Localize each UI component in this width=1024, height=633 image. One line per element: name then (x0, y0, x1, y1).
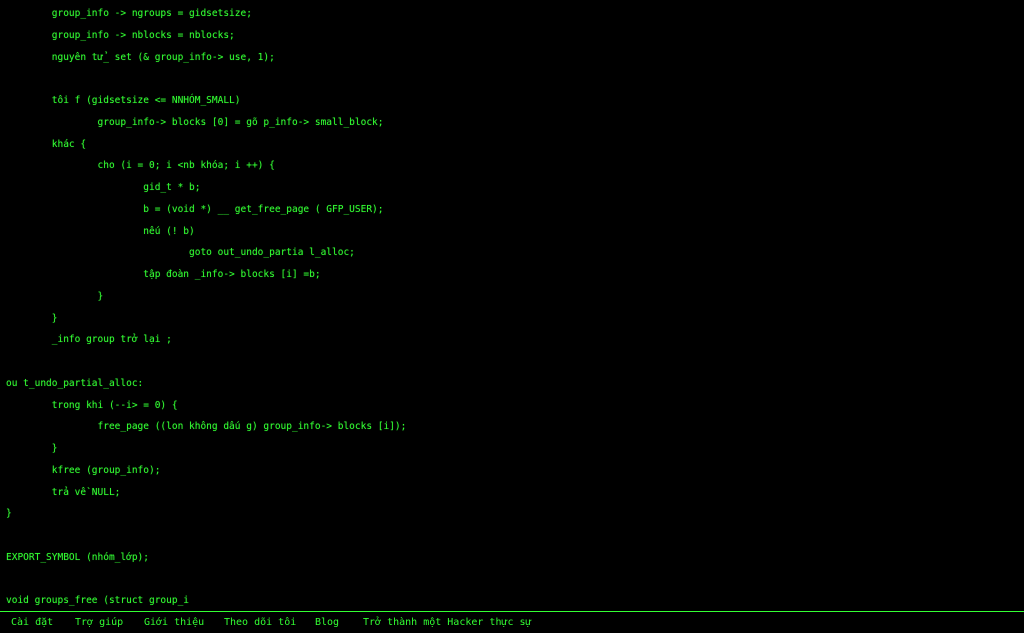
code-line-15: } (6, 313, 58, 324)
code-line-11: nếu (! b) (6, 226, 195, 237)
menu-item-settings[interactable]: Cài đặt (11, 612, 53, 633)
bottom-menu-bar: Cài đặt Trợ giúp Giới thiệu Theo dõi tôi… (0, 612, 1024, 633)
code-line-22: kfree (group_info); (6, 465, 161, 476)
code-line-21: } (6, 443, 58, 454)
code-line-6: group_info-> blocks [0] = gõ p_info-> sm… (6, 117, 384, 128)
code-line-16: _info group trở lại ; (6, 334, 172, 345)
code-line-1: group_info -> ngroups = gidsetsize; (6, 8, 252, 19)
code-line-7: khác { (6, 139, 87, 150)
code-line-2: group_info -> nblocks = nblocks; (6, 30, 235, 41)
code-line-3: nguyên tử_ set (& group_info-> use, 1); (6, 52, 275, 63)
code-line-26: EXPORT_SYMBOL (nhóm_lớp); (6, 552, 149, 563)
code-line-28: void groups_free (struct group_i (6, 595, 190, 606)
code-line-14: } (6, 291, 104, 302)
code-line-13: tập đoàn _info-> blocks [i] =b; (6, 269, 321, 280)
code-line-9: gid_t * b; (6, 182, 201, 193)
menu-item-help[interactable]: Trợ giúp (75, 612, 123, 633)
code-line-19: trong khi (--i> = 0) { (6, 400, 178, 411)
code-line-12: goto out_undo_partia l_alloc; (6, 247, 355, 258)
code-line-8: cho (i = 0; i <nb khóa; i ++) { (6, 160, 275, 171)
menu-item-blog[interactable]: Blog (315, 612, 339, 633)
menu-item-follow-me[interactable]: Theo dõi tôi (224, 612, 296, 633)
code-line-24: } (6, 508, 12, 519)
code-line-18: ou t_undo_partial_alloc: (6, 378, 144, 389)
menu-item-become-hacker[interactable]: Trở thành một Hacker thực sự (363, 612, 532, 633)
menu-item-about[interactable]: Giới thiệu (144, 612, 204, 633)
code-line-23: trả về NULL; (6, 487, 121, 498)
code-line-20: free_page ((lon không dấu g) group_info-… (6, 421, 407, 432)
code-line-10: b = (void *) __ get_free_page ( GFP_USER… (6, 204, 384, 215)
code-line-5: tôi f (gidsetsize <= NNHÓM_SMALL) (6, 95, 241, 106)
code-display: group_info -> ngroups = gidsetsize; grou… (0, 0, 1024, 610)
